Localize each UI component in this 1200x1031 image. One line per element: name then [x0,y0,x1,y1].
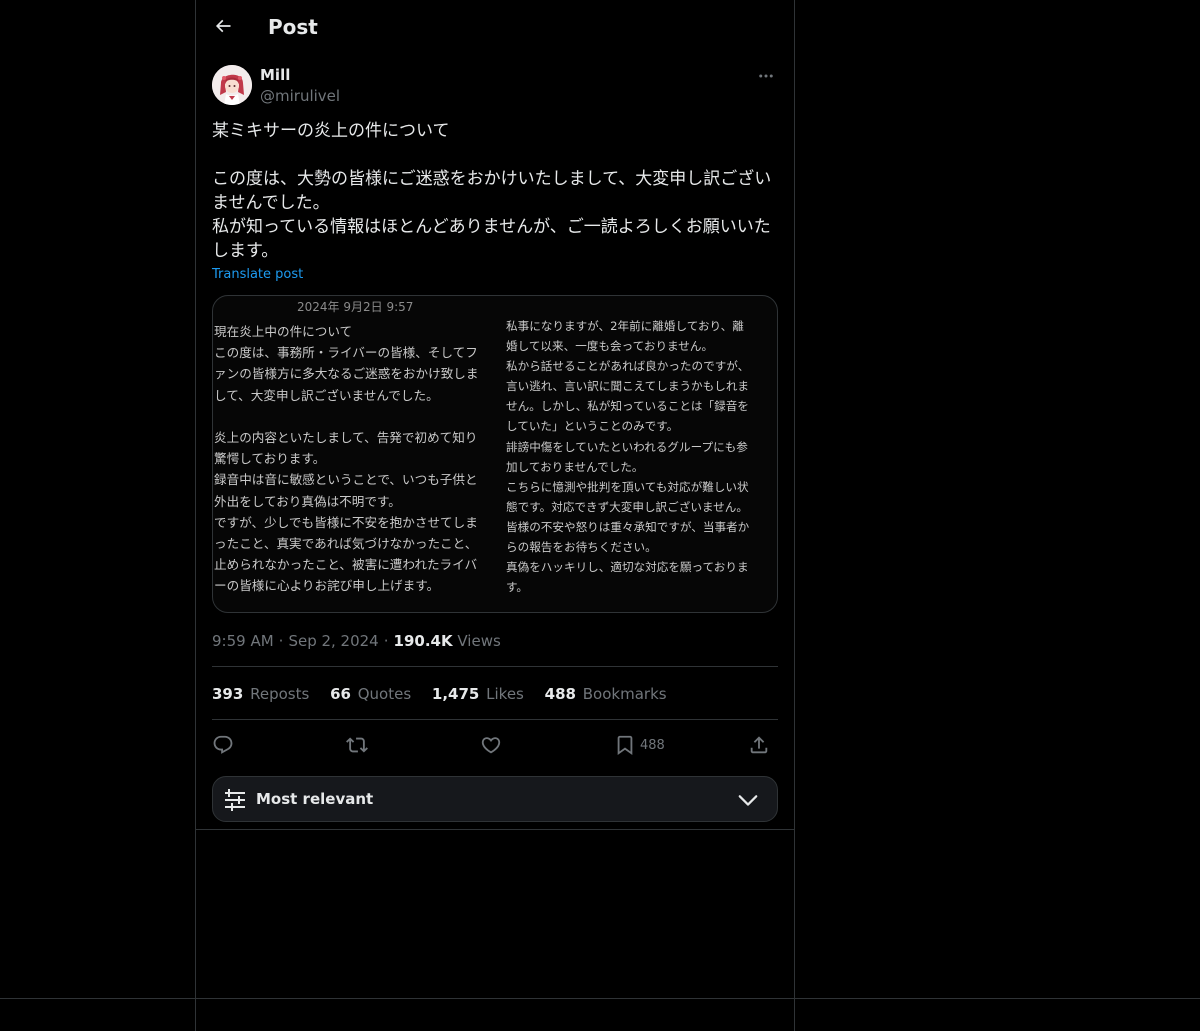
image-line: ァンの皆様方に多大なるご迷惑をおかけ致しま [214,366,479,382]
bookmarks-stat[interactable]: 488 Bookmarks [545,684,667,704]
image-line: この度は、事務所・ライバーの皆様、そしてフ [214,345,478,361]
sort-label: Most relevant [256,790,374,808]
post-date[interactable]: Sep 2, 2024 [288,632,378,650]
bookmark-button[interactable]: 488 [614,734,665,756]
image-line: 態です。対応できず大変申し訳ございません。 [506,499,748,514]
post-text-line: 某ミキサーの炎上の件について [212,121,450,141]
heart-icon [481,737,501,754]
image-text-left: 現在炎上中の件について この度は、事務所・ライバーの皆様、そしてフ ァンの皆様方… [214,321,494,597]
image-line: せん。しかし、私が知っていることは「録音を [506,399,749,414]
reposts-label: Reposts [250,685,310,703]
likes-stat[interactable]: 1,475 Likes [432,684,524,704]
image-line: 私事になりますが、2年前に離婚しており、離 [506,319,744,333]
views-label: Views [457,632,501,650]
image-line: 外出をしており真偽は不明です。 [214,493,401,509]
post-text-line: します。 [212,241,279,261]
author-handle[interactable]: @mirulivel [260,86,340,106]
bookmarks-count: 488 [544,685,576,703]
image-line: 言い逃れ、言い訳に聞こえてしまうかもしれま [506,379,750,394]
back-button[interactable] [208,11,238,41]
image-line: 真偽をハッキリし、適切な対応を願っておりま [506,560,749,575]
likes-count: 1,475 [431,685,480,703]
post-text-line: 私が知っている情報はほとんどありませんが、ご一読よろしくお願いいた [212,217,771,237]
post-stats: 393 Reposts 66 Quotes 1,475 Likes 488 Bo… [212,684,683,704]
reply-sort-dropdown[interactable]: Most relevant [212,776,778,822]
post-time[interactable]: 9:59 AM [212,632,274,650]
image-line: 婚して以来、一度も会っておりません。 [506,339,714,354]
image-date: 2024年 9月2日 9:57 [297,300,414,314]
translate-post-link[interactable]: Translate post [212,265,303,285]
post-column: Post Mill @mirulivel 某ミキサーの炎上の件について この度は… [195,0,795,1031]
reposts-count: 393 [212,685,244,703]
share-button[interactable] [748,734,770,756]
quotes-count: 66 [330,685,351,703]
post-author: Mill @mirulivel [212,64,778,108]
image-text-right: 私事になりますが、2年前に離婚しており、離 婚して以来、一度も会っておりません。… [506,316,764,597]
bookmark-icon [617,735,633,756]
page-title: Post [268,15,318,39]
reply-button[interactable] [212,734,234,756]
repost-icon [346,737,368,753]
quotes-label: Quotes [357,685,412,703]
post-image[interactable]: 2024年 9月2日 9:57 現在炎上中の件について この度は、事務所・ライバ… [212,295,778,613]
image-line: 炎上の内容といたしまして、告発で初めて知り [214,430,478,446]
avatar[interactable] [212,65,252,105]
likes-label: Likes [486,685,524,703]
quotes-stat[interactable]: 66 Quotes [330,684,411,704]
image-line: こちらに憶測や批判を頂いても対応が難しい状 [506,479,749,494]
divider [196,829,794,830]
image-line: す。 [506,580,529,595]
action-bar: 488 [212,730,778,762]
image-line: らの報告をお待ちください。 [506,540,657,555]
post-meta: 9:59 AM · Sep 2, 2024 · 190.4K Views [212,632,501,650]
post-text: 某ミキサーの炎上の件について この度は、大勢の皆様にご迷惑をおかけいたしまして、… [212,119,778,263]
reply-icon [213,735,233,754]
image-line: 私から話せることがあれば良かったのですが、 [506,359,750,374]
repost-button[interactable] [346,734,368,756]
image-line: 止められなかったこと、被害に遭われたライバ [214,557,478,573]
image-line: 驚愕しております。 [214,451,326,467]
image-line: 皆様の不安や怒りは重々承知ですが、当事者か [506,519,750,534]
more-horizontal-icon [759,74,773,78]
image-line [214,406,494,427]
image-line: ーの皆様に心よりお詫び申し上げます。 [214,578,440,594]
like-button[interactable] [480,734,502,756]
avatar-image [212,65,252,105]
image-line: 現在炎上中の件について [214,324,353,339]
image-line: 誹謗中傷をしていたといわれるグループにも参 [506,439,748,454]
author-name[interactable]: Mill [260,65,290,85]
reposts-stat[interactable]: 393 Reposts [212,684,309,704]
bookmark-count: 488 [640,737,665,753]
chevron-down-icon [738,795,758,806]
sliders-icon [225,789,245,811]
image-line: ったこと、真実であれば気づけなかったこと、 [214,536,478,552]
share-icon [750,736,768,754]
bookmarks-label: Bookmarks [582,685,667,703]
post-header: Post [196,0,794,53]
arrow-left-icon [215,19,231,33]
more-button[interactable] [754,64,778,88]
image-line: 録音中は音に敏感ということで、いつも子供と [214,472,478,488]
image-line: ですが、少しでも皆様に不安を抱かさせてしま [214,514,478,530]
post-text-line: この度は、大勢の皆様にご迷惑をおかけいたしまして、大変申し訳ござい [212,169,772,189]
image-line: して、大変申し訳ございませんでした。 [214,387,439,403]
post-text-line: ませんでした。 [212,193,330,213]
image-line: していた」ということのみです。 [506,419,679,434]
image-line: 加しておりませんでした。 [506,459,644,474]
views-count: 190.4K [393,632,453,650]
divider [212,719,778,720]
divider [0,998,1200,999]
divider [212,666,778,667]
